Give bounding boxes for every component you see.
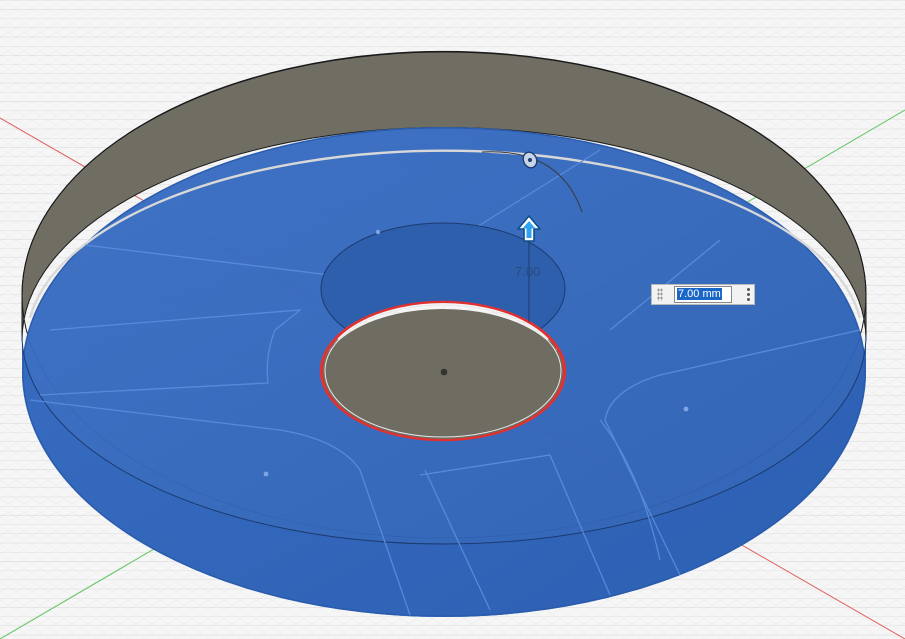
hole-center-point xyxy=(440,368,448,376)
sketch-point xyxy=(683,406,689,412)
3d-viewport[interactable]: 7.00 xyxy=(0,0,905,639)
dimension-input-box: 7.00 mm xyxy=(651,284,755,305)
more-vertical-icon[interactable] xyxy=(744,286,752,304)
sketch-point xyxy=(263,471,269,477)
sketch-point xyxy=(375,229,381,235)
drag-grip-icon[interactable] xyxy=(657,288,663,301)
dimension-value-input[interactable]: 7.00 mm xyxy=(674,286,732,303)
dimension-label: 7.00 xyxy=(515,264,540,279)
